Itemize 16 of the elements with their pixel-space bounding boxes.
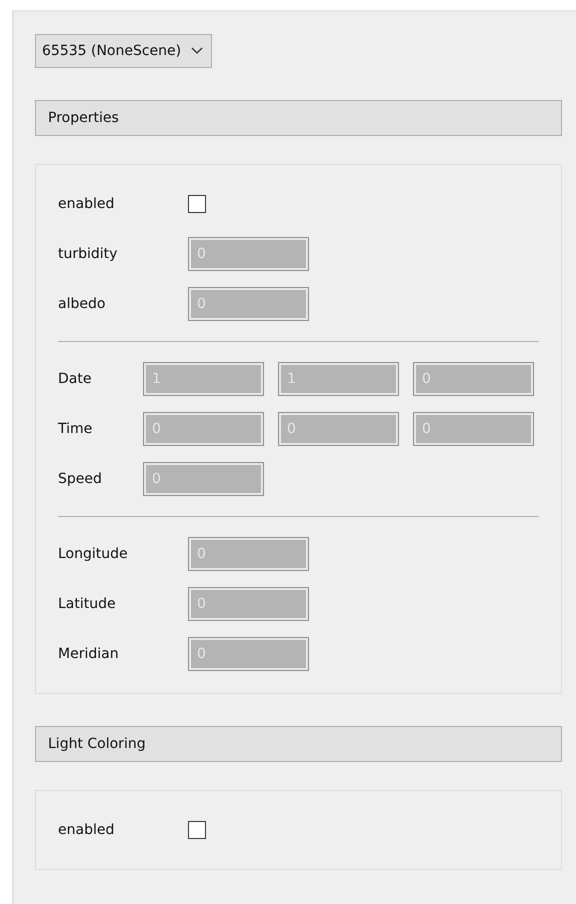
field-label: Time [58, 421, 94, 437]
field-label: enabled [58, 196, 116, 212]
field-label: albedo [58, 296, 106, 312]
field-label: Meridian [58, 646, 120, 662]
field-label: Latitude [58, 596, 117, 612]
field-label: Date [58, 371, 92, 387]
section-header: Properties [35, 100, 562, 136]
section-header: Light Coloring [35, 726, 562, 762]
scene-dropdown[interactable]: 65535 (NoneScene) [35, 34, 212, 68]
chevron-down-icon [191, 47, 204, 55]
field-label: Longitude [58, 546, 129, 562]
field-label: turbidity [58, 246, 118, 262]
checkbox[interactable] [188, 821, 206, 839]
field-label: enabled [58, 822, 116, 838]
checkbox[interactable] [188, 195, 206, 213]
field-label: Speed [58, 471, 103, 487]
